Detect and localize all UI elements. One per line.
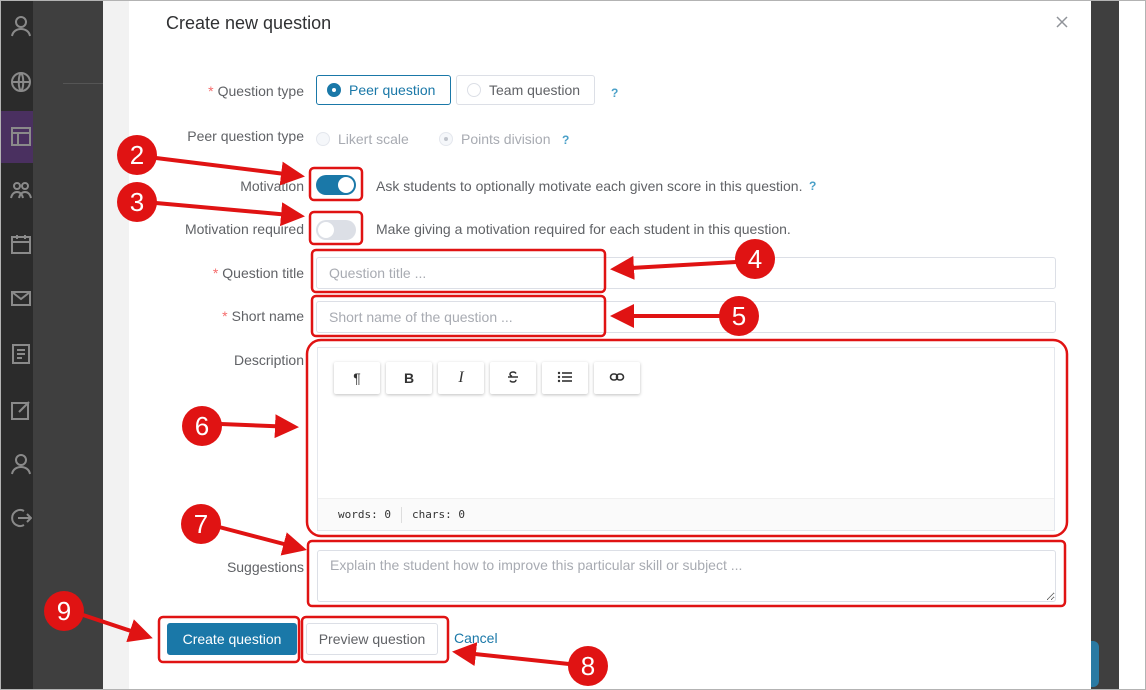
annotation-badge-7: 7	[181, 504, 221, 544]
strikethrough-icon	[505, 369, 521, 388]
likert-scale-radio[interactable]: Likert scale	[316, 131, 409, 147]
question-title-input[interactable]	[316, 257, 1056, 289]
team-question-radio[interactable]: Team question	[456, 75, 595, 105]
paragraph-button[interactable]: ¶	[334, 362, 380, 394]
radio-unchecked-icon	[467, 83, 481, 97]
radio-disabled-checked-icon	[439, 132, 453, 146]
word-count: words: 0	[338, 508, 391, 521]
app-sidebar	[1, 1, 33, 689]
link-icon	[609, 369, 625, 388]
cancel-button[interactable]: Cancel	[454, 630, 498, 646]
suggestions-label: Suggestions	[226, 559, 304, 575]
mail-icon[interactable]	[10, 287, 32, 309]
strikethrough-button[interactable]	[490, 362, 536, 394]
short-name-input[interactable]	[316, 301, 1056, 333]
modal-gutter	[103, 1, 129, 689]
profile-icon[interactable]	[10, 453, 32, 475]
suggestions-textarea[interactable]	[317, 550, 1056, 602]
likert-scale-label: Likert scale	[338, 131, 409, 147]
link-button[interactable]	[594, 362, 640, 394]
italic-button[interactable]: I	[438, 362, 484, 394]
peer-question-radio-label: Peer question	[349, 82, 436, 98]
close-icon[interactable]	[1055, 15, 1069, 29]
short-name-label: * Short name	[222, 308, 304, 324]
question-type-help-icon[interactable]: ?	[611, 86, 618, 100]
document-icon[interactable]	[10, 343, 32, 365]
bullet-list-icon	[557, 369, 573, 388]
italic-icon: I	[458, 369, 464, 386]
annotation-badge-6: 6	[182, 406, 222, 446]
description-label: Description	[233, 352, 304, 368]
calendar-grid-icon[interactable]	[10, 125, 32, 147]
motivation-switch[interactable]	[316, 175, 356, 195]
dialog-title: Create new question	[166, 13, 332, 33]
motivation-required-switch[interactable]	[316, 220, 356, 240]
motivation-required-description: Make giving a motivation required for ea…	[376, 221, 791, 237]
logout-icon[interactable]	[10, 507, 33, 529]
radio-checked-icon	[327, 83, 341, 97]
modal-backdrop-right[interactable]	[1091, 1, 1119, 689]
preview-question-button[interactable]: Preview question	[306, 623, 438, 655]
team-question-radio-label: Team question	[489, 82, 581, 98]
editor-status-bar: words: 0 chars: 0	[318, 498, 1054, 530]
user-icon[interactable]	[10, 15, 32, 37]
screenshot-frame: Create new question * Question type Peer …	[0, 0, 1146, 690]
globe-icon[interactable]	[10, 71, 32, 93]
points-division-label: Points division	[461, 131, 551, 147]
points-division-radio[interactable]: Points division	[439, 131, 551, 147]
annotation-badge-3: 3	[117, 182, 157, 222]
edit-icon[interactable]	[10, 399, 32, 421]
peer-question-type-help-icon[interactable]: ?	[562, 133, 569, 147]
editor-toolbar: ¶ B I	[334, 362, 640, 394]
char-count: chars: 0	[411, 508, 465, 521]
bold-button[interactable]: B	[386, 362, 432, 394]
group-icon[interactable]	[10, 179, 32, 201]
question-title-label: * Question title	[212, 265, 304, 281]
create-question-dialog: Create new question * Question type Peer …	[129, 1, 1091, 689]
annotation-badge-8: 8	[568, 646, 608, 686]
motivation-required-label: Motivation required	[184, 221, 304, 237]
paragraph-icon: ¶	[353, 370, 361, 386]
annotation-badge-2: 2	[117, 135, 157, 175]
modal-backdrop-left[interactable]	[33, 1, 103, 689]
calendar-icon[interactable]	[10, 233, 32, 255]
motivation-description: Ask students to optionally motivate each…	[376, 178, 803, 194]
annotation-badge-5: 5	[719, 296, 759, 336]
annotation-badge-9: 9	[44, 591, 84, 631]
radio-disabled-icon	[316, 132, 330, 146]
create-question-button[interactable]: Create question	[167, 623, 297, 655]
question-type-label: * Question type	[208, 83, 304, 99]
bullet-list-button[interactable]	[542, 362, 588, 394]
description-editor[interactable]: ¶ B I words: 0 chars: 0	[317, 347, 1055, 531]
bold-icon: B	[403, 370, 415, 386]
motivation-help-icon[interactable]: ?	[809, 179, 816, 193]
peer-question-radio[interactable]: Peer question	[316, 75, 451, 105]
annotation-badge-4: 4	[735, 239, 775, 279]
